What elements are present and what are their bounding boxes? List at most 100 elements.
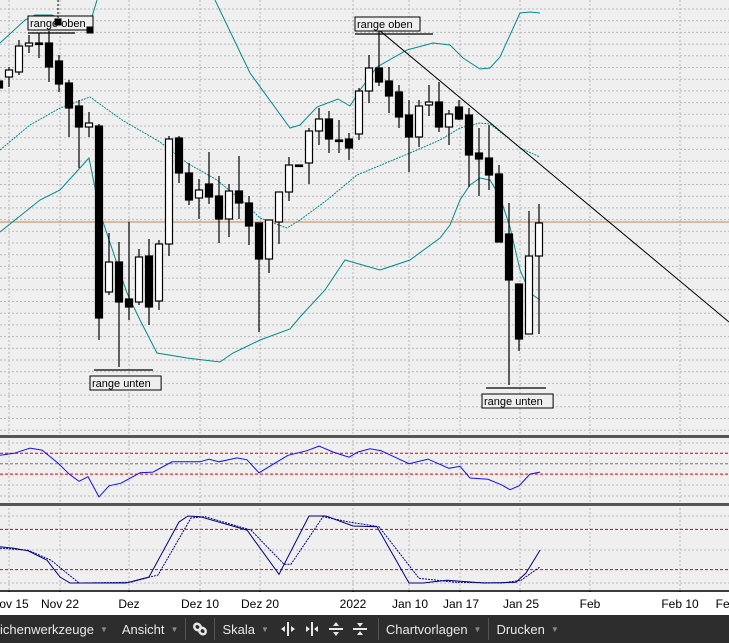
candle [64, 80, 74, 137]
candle [214, 176, 224, 243]
candle [144, 239, 154, 325]
price-chart[interactable]: range oben range obenrange untenrange unt… [0, 0, 729, 592]
candle [374, 30, 384, 86]
candle-body-down [514, 283, 524, 340]
link-icon[interactable] [190, 619, 210, 639]
candle [294, 164, 304, 168]
candle [154, 240, 164, 310]
x-tick-label: Feb [715, 597, 729, 611]
candle [324, 111, 334, 153]
candle [274, 191, 284, 244]
candle-body-down [74, 105, 84, 128]
candle [404, 100, 414, 172]
candle-body-down [34, 42, 44, 46]
print-label: Drucken [496, 621, 545, 637]
candle [94, 124, 104, 340]
candle-body-up [24, 42, 34, 47]
candle [254, 222, 264, 332]
scale-menu[interactable]: Skala ▼ [215, 615, 275, 643]
candle-body-up [424, 101, 434, 106]
compress-horizontal-icon[interactable] [302, 619, 322, 639]
candle-body-up [304, 130, 314, 164]
scale-label: Skala [222, 621, 255, 637]
candle-body-up [284, 164, 294, 193]
candle [414, 100, 424, 147]
candle-body-down [484, 157, 494, 176]
candle-body-up [274, 191, 284, 223]
candle [0, 80, 4, 89]
candle-body-down [144, 255, 154, 308]
drawing-tools-menu[interactable]: ichenwerkzeuge ▼ [0, 615, 115, 643]
drawing-tools-label: ichenwerkzeuge [0, 621, 94, 637]
candle [534, 204, 544, 334]
candle-body-up [524, 255, 534, 335]
candle [464, 108, 474, 187]
candle [14, 40, 24, 75]
candle-body-up [84, 122, 94, 128]
candle-body-down [434, 101, 444, 128]
candle-body-down [404, 114, 414, 138]
view-menu[interactable]: Ansicht ▼ [115, 615, 186, 643]
range-annotation[interactable]: range unten [89, 369, 162, 391]
candle-body-down [204, 183, 214, 198]
range-annotation[interactable]: range unten [481, 387, 554, 409]
caret-down-icon: ▼ [473, 624, 482, 634]
candle-body-up [4, 69, 14, 78]
x-tick-label: Feb [579, 597, 601, 611]
x-tick-label: Nov 22 [40, 597, 80, 611]
candle-body-up [534, 222, 544, 257]
candle [134, 249, 144, 305]
caret-down-icon: ▼ [550, 624, 559, 634]
candle-body-up [414, 105, 424, 138]
candle-body-down [384, 80, 394, 97]
x-axis: ov 15 Nov 22 Dez Dez 10 Dez 20 2022 Jan … [0, 592, 729, 615]
candle-body-down [0, 80, 4, 89]
drag-handle[interactable] [86, 26, 94, 34]
candle-body-down [44, 42, 54, 68]
candle [444, 110, 454, 145]
expand-horizontal-icon[interactable] [278, 619, 298, 639]
candle [484, 125, 494, 190]
candle [124, 222, 134, 320]
candle [174, 136, 184, 183]
candle [84, 112, 94, 137]
x-tick-label: Jan 17 [442, 597, 480, 611]
x-tick-label: Dez 10 [180, 597, 220, 611]
compress-vertical-icon[interactable] [350, 619, 370, 639]
bottom-toolbar: ichenwerkzeuge ▼ Ansicht ▼ Skala ▼ Chartvor… [0, 615, 729, 643]
print-menu[interactable]: Drucken ▼ [489, 615, 565, 643]
range-annotation[interactable]: range oben [354, 16, 433, 35]
candle-body-down [394, 91, 404, 118]
candle-body-down [344, 138, 354, 149]
candle-body-down [324, 118, 334, 140]
range-label: range oben [357, 19, 413, 31]
candle-body-down [94, 125, 104, 319]
candle-body-down [54, 60, 64, 85]
candle-body-up [154, 243, 164, 302]
candle-body-up [314, 118, 324, 132]
candle-body-up [104, 261, 114, 293]
drag-handle[interactable] [54, 18, 62, 26]
candle [34, 33, 44, 58]
candle [494, 165, 504, 243]
bollinger-bands [0, 0, 541, 363]
candle-body-down [464, 114, 474, 156]
candle-body-down [254, 222, 264, 260]
view-label: Ansicht [121, 621, 165, 637]
panel-separator-2[interactable] [0, 503, 729, 506]
toolbar-divider [185, 618, 187, 640]
chart-templates-menu[interactable]: Chartvorlagen ▼ [379, 615, 489, 643]
expand-vertical-icon[interactable] [326, 619, 346, 639]
x-tick-label: Dez 20 [240, 597, 280, 611]
chart-templates-label: Chartvorlagen [385, 621, 468, 637]
candle [314, 108, 324, 145]
candle-body-down [474, 152, 484, 160]
candle [514, 283, 524, 351]
bollinger-lower-line [0, 156, 541, 363]
range-label: range unten [484, 396, 543, 408]
range-label: range unten [92, 378, 151, 390]
panel-separator-1[interactable] [0, 435, 729, 438]
candle-body-up [364, 67, 374, 92]
candle [184, 163, 194, 205]
caret-down-icon: ▼ [99, 624, 108, 634]
